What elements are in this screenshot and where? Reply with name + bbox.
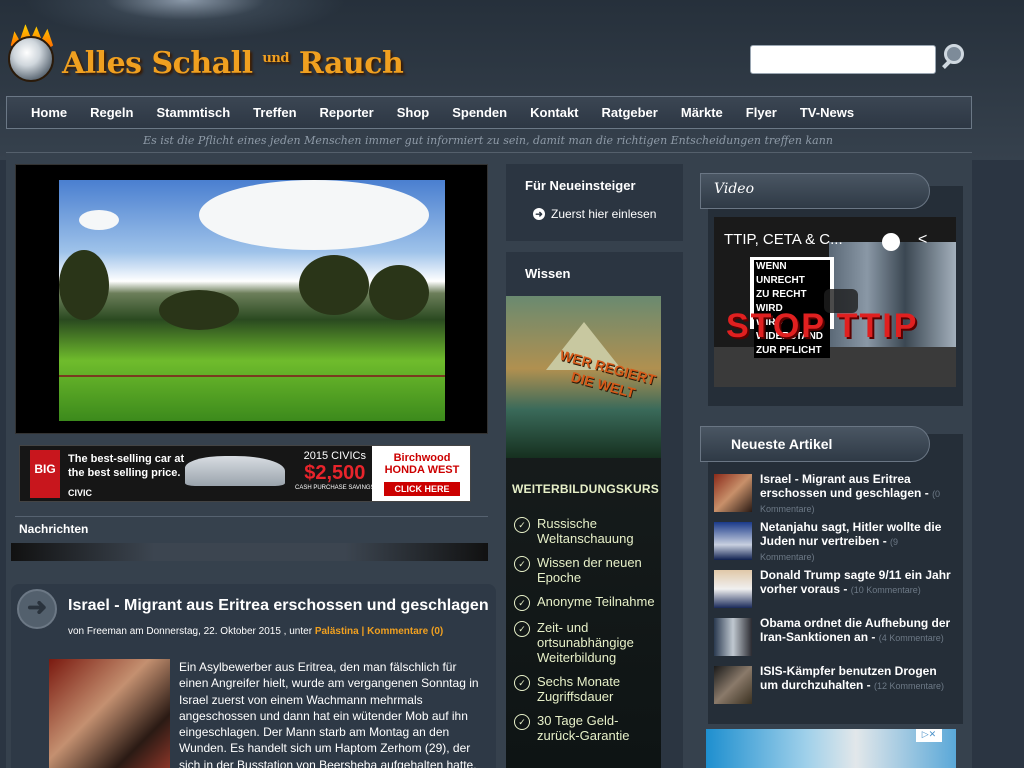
arrow-right-icon[interactable]: ➜: [17, 589, 57, 629]
ad-artwork: WER REGIERT DIE WELT: [506, 296, 661, 458]
article-thumbnail[interactable]: [714, 570, 752, 608]
course-advertisement[interactable]: WER REGIERT DIE WELT WEITERBILDUNGSKURS …: [506, 296, 661, 768]
nav-maerkte[interactable]: Märkte: [681, 105, 723, 120]
nav-home[interactable]: Home: [31, 105, 67, 120]
share-icon[interactable]: <: [918, 231, 927, 249]
ad-feature: ✓ 30 Tage Geld-zurück-Garantie: [514, 713, 659, 743]
ad-feature: ✓ Wissen der neuen Epoche: [514, 555, 659, 585]
newcomer-title: Für Neueinsteiger: [525, 178, 636, 193]
divider: [15, 516, 488, 517]
ad-feature: ✓ Anonyme Teilnahme: [514, 594, 659, 611]
section-title: Nachrichten: [19, 522, 89, 536]
nav-kontakt[interactable]: Kontakt: [530, 105, 578, 120]
article-thumbnail[interactable]: [714, 474, 752, 512]
check-icon: ✓: [514, 621, 530, 637]
stop-ttip-banner: STOP TTIP: [726, 307, 919, 345]
recent-articles: Israel - Migrant aus Eritrea erschossen …: [714, 472, 952, 712]
nav-treffen[interactable]: Treffen: [253, 105, 296, 120]
car-image: [185, 456, 285, 486]
nav-spenden[interactable]: Spenden: [452, 105, 507, 120]
article-thumbnail[interactable]: [714, 666, 752, 704]
knowledge-title: Wissen: [525, 266, 571, 281]
article-link[interactable]: Netanjahu sagt, Hitler wollte die Juden …: [760, 520, 941, 548]
post-title[interactable]: Israel - Migrant aus Eritrea erschossen …: [68, 597, 489, 615]
ad-click-button[interactable]: CLICK HERE: [384, 482, 460, 496]
main-navigation: Home Regeln Stammtisch Treffen Reporter …: [6, 96, 972, 129]
search-button[interactable]: [940, 42, 970, 74]
comments-link[interactable]: Kommentare (0): [367, 626, 443, 637]
ad-feature: ✓ Russische Weltanschauung: [514, 516, 659, 546]
post-meta: von Freeman am Donnerstag, 22. Oktober 2…: [68, 626, 444, 637]
slider-image[interactable]: [59, 180, 445, 421]
news-post: ➜ Israel - Migrant aus Eritrea erschosse…: [11, 584, 496, 768]
category-link[interactable]: Palästina: [315, 626, 359, 637]
check-icon: ✓: [514, 517, 530, 533]
nav-regeln[interactable]: Regeln: [90, 105, 133, 120]
youtube-video[interactable]: TTIP, CETA & C... < WENN UNRECHT ZU RECH…: [714, 217, 956, 387]
site-tagline: Es ist die Pflicht eines jeden Menschen …: [143, 134, 833, 147]
check-icon: ✓: [514, 714, 530, 730]
article-link[interactable]: Israel - Migrant aus Eritrea erschossen …: [760, 472, 921, 500]
logo-text: Alles Schall und Rauch: [62, 46, 404, 81]
check-icon: ✓: [514, 595, 530, 611]
list-item[interactable]: ISIS-Kämpfer benutzen Drogen um durchzuh…: [714, 664, 952, 712]
nav-reporter[interactable]: Reporter: [320, 105, 374, 120]
knowledge-box: Wissen WER REGIERT DIE WELT WEITERBILDUN…: [506, 252, 683, 768]
post-image[interactable]: [49, 659, 170, 768]
main-content: BIG The best-selling car at the best sel…: [6, 152, 972, 768]
arrow-icon: ➜: [533, 208, 545, 220]
video-title: TTIP, CETA & C...: [724, 231, 843, 248]
nav-stammtisch[interactable]: Stammtisch: [156, 105, 230, 120]
check-icon: ✓: [514, 675, 530, 691]
article-thumbnail[interactable]: [714, 522, 752, 560]
nav-flyer[interactable]: Flyer: [746, 105, 777, 120]
nav-ratgeber[interactable]: Ratgeber: [602, 105, 658, 120]
list-item[interactable]: Israel - Migrant aus Eritrea erschossen …: [714, 472, 952, 520]
video-heading: Video: [700, 173, 930, 209]
watch-later-icon[interactable]: [882, 233, 900, 251]
ad-feature: ✓ Sechs Monate Zugriffsdauer: [514, 674, 659, 704]
nav-shop[interactable]: Shop: [397, 105, 430, 120]
image-slider[interactable]: [15, 164, 488, 434]
newcomer-box: Für Neueinsteiger ➜ Zuerst hier einlesen: [506, 164, 683, 241]
nav-tv-news[interactable]: TV-News: [800, 105, 854, 120]
list-item[interactable]: Donald Trump sagte 9/11 ein Jahr vorher …: [714, 568, 952, 616]
list-item[interactable]: Netanjahu sagt, Hitler wollte die Juden …: [714, 520, 952, 568]
globe-icon: [8, 36, 54, 82]
site-logo[interactable]: Alles Schall und Rauch: [6, 24, 406, 94]
post-excerpt: Ein Asylbewerber aus Eritrea, den man fä…: [179, 660, 479, 768]
section-stripe: [11, 543, 488, 561]
sidebar-advertisement[interactable]: ▷✕: [706, 729, 956, 768]
ad-dealer: Birchwood HONDA WEST CLICK HERE: [372, 446, 470, 501]
middle-column: Für Neueinsteiger ➜ Zuerst hier einlesen…: [506, 164, 683, 768]
honda-advertisement[interactable]: BIG The best-selling car at the best sel…: [19, 445, 471, 502]
list-item[interactable]: Obama ordnet die Aufhebung der Iran-Sank…: [714, 616, 952, 664]
ad-logo: BIG: [30, 450, 60, 498]
left-column: BIG The best-selling car at the best sel…: [11, 164, 496, 768]
search-input[interactable]: [750, 45, 936, 74]
video-box: TTIP, CETA & C... < WENN UNRECHT ZU RECH…: [708, 186, 963, 406]
article-thumbnail[interactable]: [714, 618, 752, 656]
play-icon[interactable]: [824, 289, 858, 313]
articles-heading: Neueste Artikel: [700, 426, 930, 462]
check-icon: ✓: [514, 556, 530, 572]
ad-heading: WEITERBILDUNGSKURS: [512, 482, 659, 496]
newcomer-link[interactable]: ➜ Zuerst hier einlesen: [533, 207, 683, 221]
ad-close-icon[interactable]: ▷✕: [916, 729, 942, 742]
ad-feature: ✓ Zeit- und ortsunabhängige Weiterbildung: [514, 620, 659, 665]
